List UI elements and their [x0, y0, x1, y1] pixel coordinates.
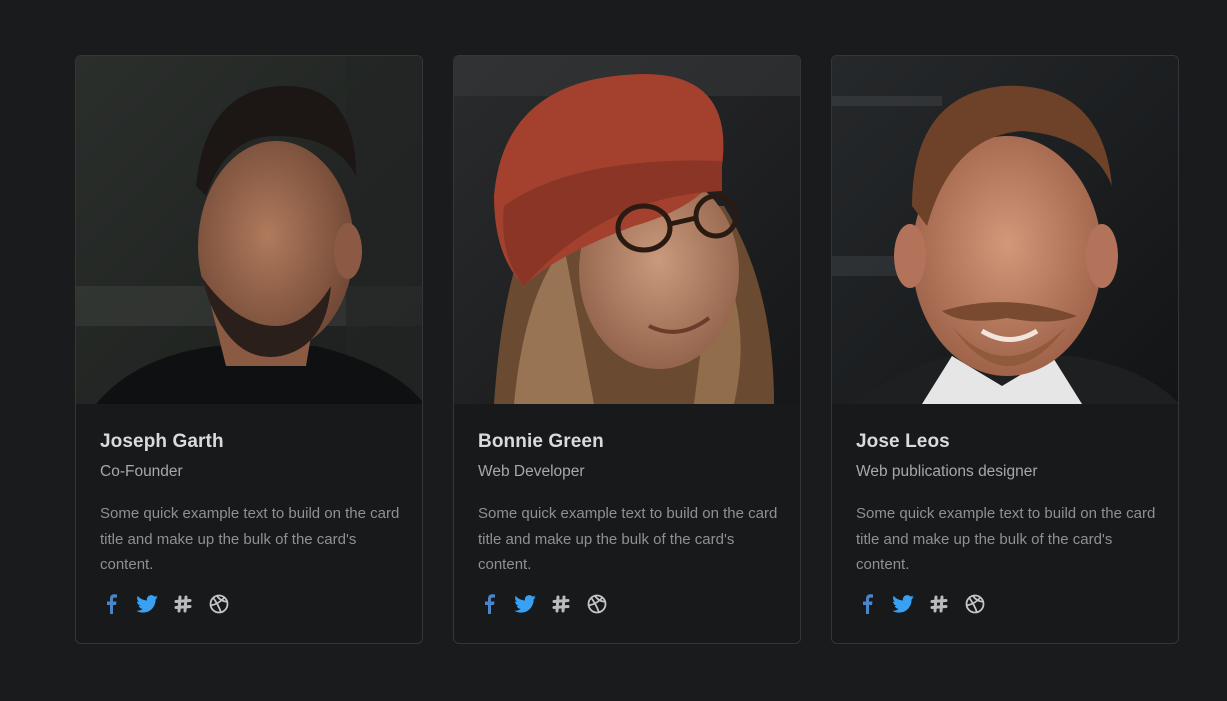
twitter-icon[interactable]	[136, 593, 158, 615]
member-role: Web Developer	[478, 463, 585, 480]
dribbble-icon[interactable]	[208, 593, 230, 615]
social-links	[478, 592, 776, 616]
slack-icon[interactable]	[550, 593, 572, 615]
facebook-icon[interactable]	[100, 593, 122, 615]
slack-icon[interactable]	[928, 593, 950, 615]
dribbble-icon[interactable]	[964, 593, 986, 615]
team-cards: Joseph Garth Co-Founder Some quick examp…	[75, 55, 1179, 644]
member-description: Some quick example text to build on the …	[478, 505, 778, 573]
twitter-icon[interactable]	[514, 593, 536, 615]
member-description: Some quick example text to build on the …	[100, 505, 400, 573]
member-role: Web publications designer	[856, 463, 1038, 480]
twitter-icon[interactable]	[892, 593, 914, 615]
profile-photo	[832, 56, 1178, 404]
facebook-icon[interactable]	[478, 593, 500, 615]
member-description: Some quick example text to build on the …	[856, 505, 1156, 573]
member-name: Bonnie Green	[478, 431, 604, 452]
team-card-joseph-garth: Joseph Garth Co-Founder Some quick examp…	[75, 55, 423, 644]
dribbble-icon[interactable]	[586, 593, 608, 615]
social-links	[100, 592, 398, 616]
team-card-jose-leos: Jose Leos Web publications designer Some…	[831, 55, 1179, 644]
profile-photo	[454, 56, 800, 404]
social-links	[856, 592, 1154, 616]
profile-photo	[76, 56, 422, 404]
slack-icon[interactable]	[172, 593, 194, 615]
member-role: Co-Founder	[100, 463, 183, 480]
member-name: Jose Leos	[856, 431, 950, 452]
team-card-bonnie-green: Bonnie Green Web Developer Some quick ex…	[453, 55, 801, 644]
facebook-icon[interactable]	[856, 593, 878, 615]
member-name: Joseph Garth	[100, 431, 224, 452]
